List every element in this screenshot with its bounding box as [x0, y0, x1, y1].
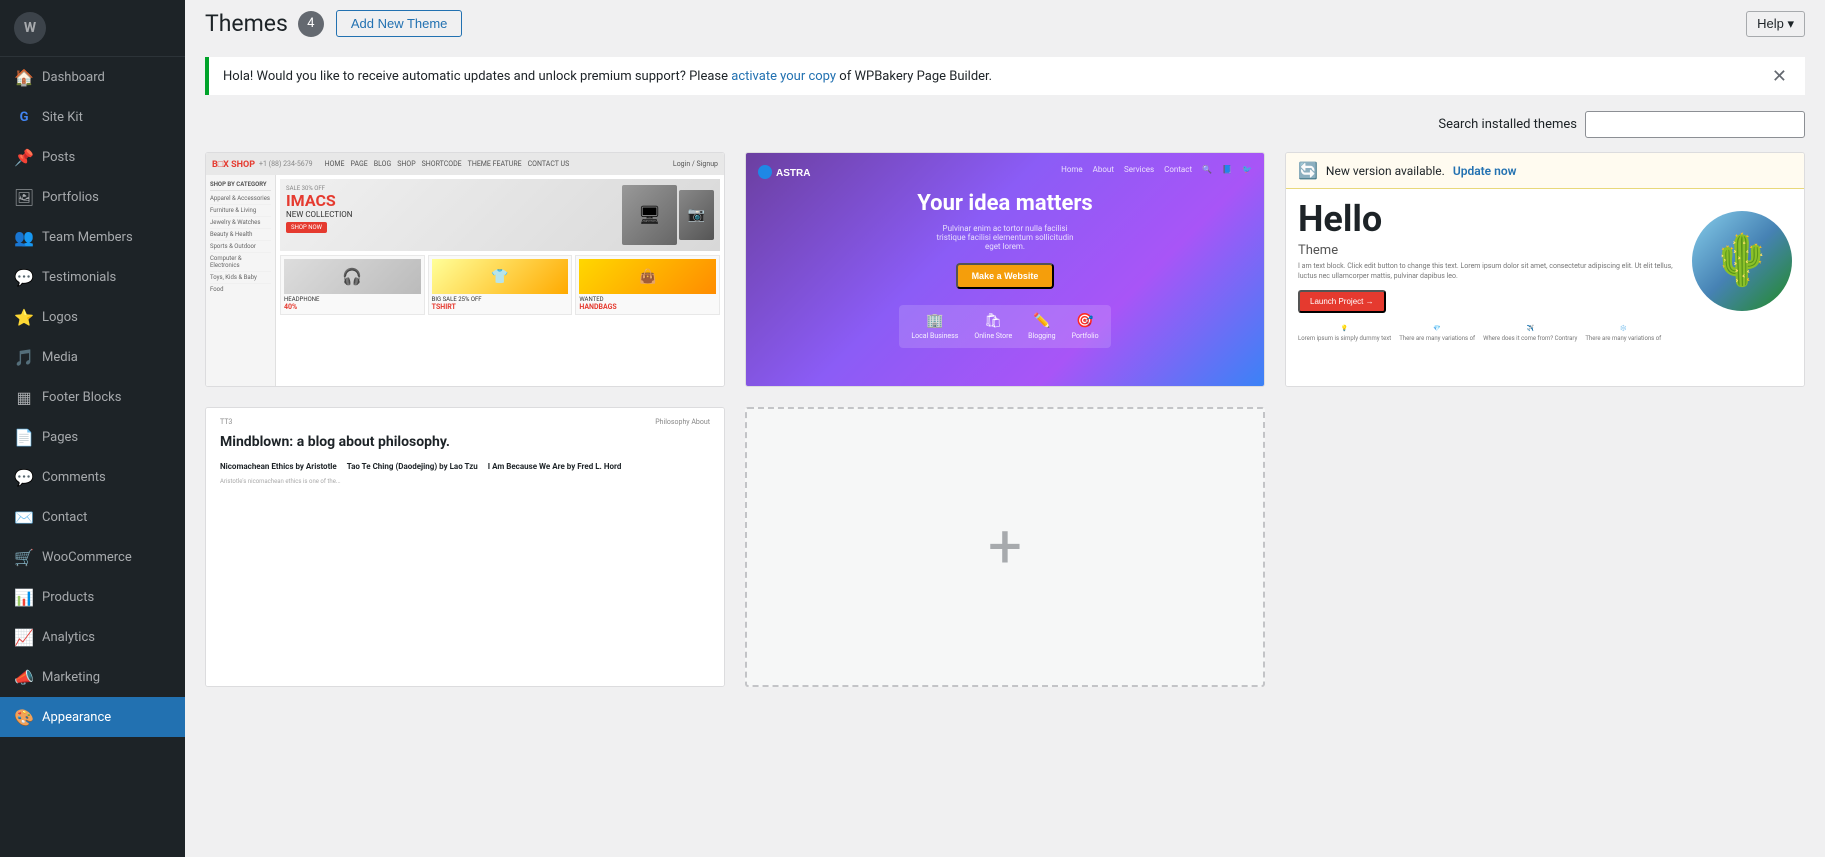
sidebar-item-testimonials[interactable]: 💬 Testimonials: [0, 257, 185, 297]
sidebar-item-label: Pages: [42, 430, 78, 445]
tt3-screenshot: TT3 Philosophy About Mindblown: a blog a…: [206, 408, 724, 686]
posts-icon: 📌: [14, 147, 34, 167]
astra-features: 🏢 Local Business 🛍 Online Store ✏️ Blogg…: [899, 305, 1110, 348]
pages-icon: 📄: [14, 427, 34, 447]
dashboard-icon: 🏠: [14, 67, 34, 87]
update-now-link[interactable]: Update now: [1453, 164, 1517, 178]
notice-bar: Hola! Would you like to receive automati…: [205, 57, 1805, 95]
theme-card-astra[interactable]: ASTRA HomeAboutServicesContact 🔍📘🐦 Your …: [745, 152, 1265, 387]
tt3-headline: Mindblown: a blog about philosophy.: [220, 434, 710, 450]
site-kit-icon: G: [14, 107, 34, 127]
sidebar-item-label: Logos: [42, 310, 78, 325]
sidebar-item-label: Comments: [42, 470, 106, 485]
sidebar-item-portfolios[interactable]: 🖼 Portfolios: [0, 177, 185, 217]
add-theme-card[interactable]: +: [745, 407, 1265, 687]
sidebar-item-label: Dashboard: [42, 70, 105, 85]
appearance-icon: 🎨: [14, 707, 34, 727]
svg-text:ASTRA: ASTRA: [776, 168, 810, 179]
notice-link[interactable]: activate your copy: [731, 69, 836, 84]
search-bar-row: Search installed themes: [205, 111, 1805, 138]
hello-description: I am text block. Click edit button to ch…: [1298, 262, 1682, 282]
page-header: Themes 4 Add New Theme Help ▾: [205, 10, 1805, 45]
sidebar-item-comments[interactable]: 💬 Comments: [0, 457, 185, 497]
hello-subtitle: Theme: [1298, 243, 1682, 258]
astra-footer: Astra: [746, 386, 1264, 387]
sidebar-item-appearance[interactable]: 🎨 Appearance: [0, 697, 185, 737]
help-button[interactable]: Help ▾: [1746, 11, 1805, 37]
sidebar-item-label: Site Kit: [42, 110, 83, 125]
sidebar-item-label: Products: [42, 590, 94, 605]
marketing-icon: 📣: [14, 667, 34, 687]
sidebar-item-label: Media: [42, 350, 78, 365]
hello-title: Hello: [1298, 201, 1682, 237]
contact-icon: ✉️: [14, 507, 34, 527]
sidebar-item-products[interactable]: 📊 Products: [0, 577, 185, 617]
tt3-footer: Twenty Twenty-Three: [206, 686, 724, 687]
hello-update-notice: 🔄 New version available. Update now: [1286, 153, 1804, 189]
hello-features: 💡 Lorem ipsum is simply dummy text 💎 The…: [1298, 325, 1682, 342]
theme-card-hello-elementor[interactable]: 🔄 New version available. Update now Hell…: [1285, 152, 1805, 387]
analytics-icon: 📈: [14, 627, 34, 647]
tt3-books: Nicomachean Ethics by Aristotle Tao Te C…: [220, 462, 710, 471]
sidebar-item-label: Contact: [42, 510, 87, 525]
sidebar-item-analytics[interactable]: 📈 Analytics: [0, 617, 185, 657]
comments-icon: 💬: [14, 467, 34, 487]
sidebar-item-label: Testimonials: [42, 270, 116, 285]
sidebar-item-contact[interactable]: ✉️ Contact: [0, 497, 185, 537]
hello-image: 🌵: [1692, 211, 1792, 311]
sidebar-item-label: WooCommerce: [42, 550, 132, 565]
themes-grid: B□X SHOP +1 (88) 234-5679 HOMEPAGEBLOGSH…: [205, 152, 1805, 687]
astra-screenshot: ASTRA HomeAboutServicesContact 🔍📘🐦 Your …: [746, 153, 1264, 386]
boxshop-footer: Active: BoxShop Customize: [206, 386, 724, 387]
page-title: Themes: [205, 10, 288, 37]
sidebar-item-dashboard[interactable]: 🏠 Dashboard: [0, 57, 185, 97]
sidebar-item-team-members[interactable]: 👥 Team Members: [0, 217, 185, 257]
sidebar-item-site-kit[interactable]: G Site Kit: [0, 97, 185, 137]
sidebar-item-marketing[interactable]: 📣 Marketing: [0, 657, 185, 697]
search-input[interactable]: [1585, 111, 1805, 138]
sidebar-item-label: Posts: [42, 150, 75, 165]
sidebar-item-pages[interactable]: 📄 Pages: [0, 417, 185, 457]
notice-close-button[interactable]: ✕: [1768, 67, 1791, 85]
team-members-icon: 👥: [14, 227, 34, 247]
logos-icon: ⭐: [14, 307, 34, 327]
sidebar: W 🏠 Dashboard G Site Kit 📌 Posts 🖼 Portf…: [0, 0, 185, 857]
astra-cta-button[interactable]: Make a Website: [956, 263, 1055, 289]
theme-card-boxshop[interactable]: B□X SHOP +1 (88) 234-5679 HOMEPAGEBLOGSH…: [205, 152, 725, 387]
sidebar-item-label: Appearance: [42, 710, 111, 725]
sidebar-item-label: Footer Blocks: [42, 390, 121, 405]
sidebar-item-logos[interactable]: ⭐ Logos: [0, 297, 185, 337]
media-icon: 🎵: [14, 347, 34, 367]
astra-headline: Your idea matters: [917, 191, 1092, 216]
sidebar-item-woocommerce[interactable]: 🛒 WooCommerce: [0, 537, 185, 577]
search-label: Search installed themes: [1438, 117, 1577, 132]
astra-subtext: Pulvinar enim ac tortor nulla facilisi t…: [930, 224, 1080, 251]
boxshop-screenshot: B□X SHOP +1 (88) 234-5679 HOMEPAGEBLOGSH…: [206, 153, 724, 386]
woocommerce-icon: 🛒: [14, 547, 34, 567]
sidebar-item-label: Portfolios: [42, 190, 99, 205]
notice-text: Hola! Would you like to receive automati…: [223, 69, 992, 84]
sidebar-item-posts[interactable]: 📌 Posts: [0, 137, 185, 177]
astra-logo-text: ASTRA: [758, 165, 818, 182]
products-icon: 📊: [14, 587, 34, 607]
hello-screenshot: Hello Theme I am text block. Click edit …: [1286, 189, 1804, 387]
sidebar-logo: W: [0, 0, 185, 57]
portfolios-icon: 🖼: [14, 187, 34, 207]
add-new-theme-button[interactable]: Add New Theme: [336, 10, 463, 37]
update-icon: 🔄: [1298, 161, 1318, 180]
testimonials-icon: 💬: [14, 267, 34, 287]
add-theme-plus-icon: +: [988, 517, 1022, 577]
wordpress-icon: W: [14, 12, 46, 44]
theme-card-tt3[interactable]: TT3 Philosophy About Mindblown: a blog a…: [205, 407, 725, 687]
theme-count-badge: 4: [298, 11, 324, 37]
hello-launch-button[interactable]: Launch Project →: [1298, 290, 1386, 313]
sidebar-item-media[interactable]: 🎵 Media: [0, 337, 185, 377]
main-content: Themes 4 Add New Theme Help ▾ Hola! Woul…: [185, 0, 1825, 857]
footer-blocks-icon: ▦: [14, 387, 34, 407]
sidebar-item-label: Team Members: [42, 230, 133, 245]
sidebar-item-footer-blocks[interactable]: ▦ Footer Blocks: [0, 377, 185, 417]
sidebar-item-label: Analytics: [42, 630, 95, 645]
sidebar-item-label: Marketing: [42, 670, 100, 685]
